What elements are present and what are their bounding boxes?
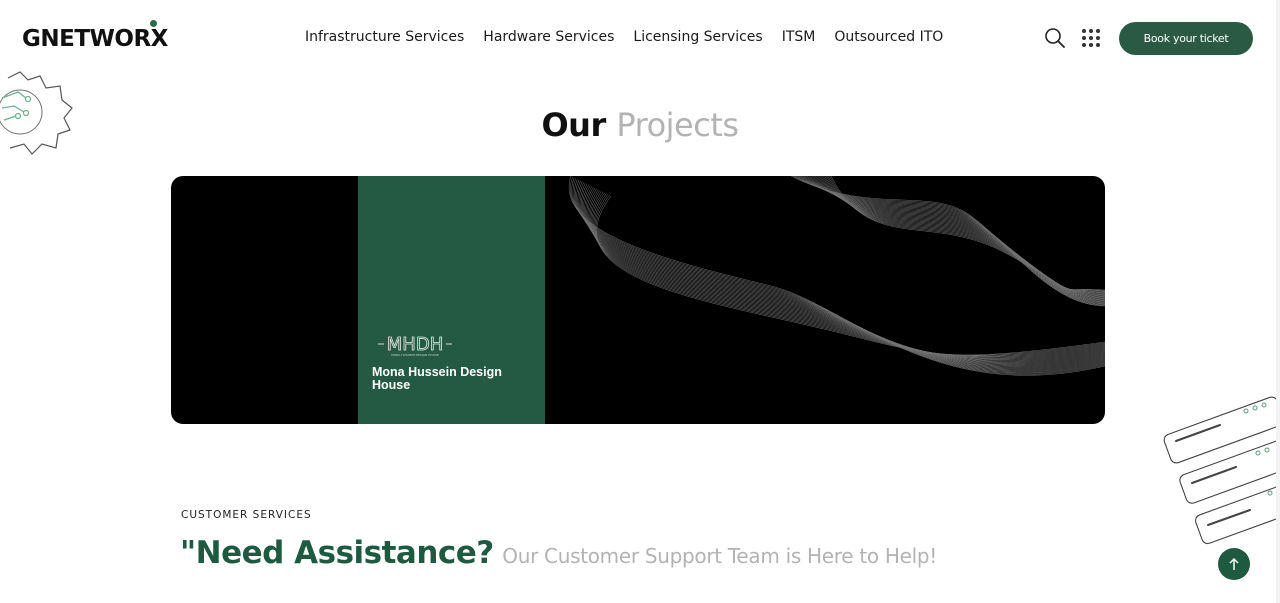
projects-title-main: Our <box>541 106 606 144</box>
server-rack-decoration-icon <box>1158 385 1280 545</box>
nav-item-hardware-services[interactable]: Hardware Services <box>483 29 614 45</box>
arrow-up-icon <box>1229 557 1239 570</box>
project-card[interactable]: MHDH MONA HUSSEIN DESIGN HOUSE Mona Huss… <box>358 176 545 424</box>
site-header: GNETWORX Infrastructure Services Hardwar… <box>0 0 1280 78</box>
search-icon[interactable] <box>1044 27 1066 49</box>
assistance-heading: "Need Assistance? <box>180 535 494 571</box>
scroll-to-top-button[interactable] <box>1218 548 1250 580</box>
wave-lines-decoration <box>568 176 1105 376</box>
nav-item-itsm[interactable]: ITSM <box>782 29 816 45</box>
grid-dots-icon[interactable] <box>1080 27 1102 49</box>
nav-item-infrastructure-services[interactable]: Infrastructure Services <box>305 29 464 45</box>
support-subheading: Our Customer Support Team is Here to Hel… <box>502 544 937 568</box>
svg-text:MONA HUSSEIN DESIGN HOUSE: MONA HUSSEIN DESIGN HOUSE <box>391 353 439 357</box>
logo-dot <box>150 20 157 27</box>
page-scrollbar[interactable] <box>1276 0 1280 603</box>
logo[interactable]: GNETWORX <box>22 20 168 52</box>
projects-banner: MHDH MONA HUSSEIN DESIGN HOUSE Mona Huss… <box>171 176 1105 424</box>
main-nav: Infrastructure Services Hardware Service… <box>305 29 943 45</box>
project-logo: MHDH MONA HUSSEIN DESIGN HOUSE <box>376 332 456 358</box>
projects-title-accent: Projects <box>616 106 739 144</box>
projects-title: Our Projects <box>0 106 1280 144</box>
customer-services-label: CUSTOMER SERVICES <box>181 509 312 521</box>
book-ticket-button[interactable]: Book your ticket <box>1119 22 1253 55</box>
nav-item-outsourced-ito[interactable]: Outsourced ITO <box>834 29 943 45</box>
svg-text:MHDH: MHDH <box>387 334 443 355</box>
customer-services-heading: "Need Assistance? Our Customer Support T… <box>180 535 937 571</box>
project-name: Mona Hussein Design House <box>372 365 502 392</box>
nav-item-licensing-services[interactable]: Licensing Services <box>633 29 762 45</box>
logo-text: GNETWORX <box>22 26 168 52</box>
